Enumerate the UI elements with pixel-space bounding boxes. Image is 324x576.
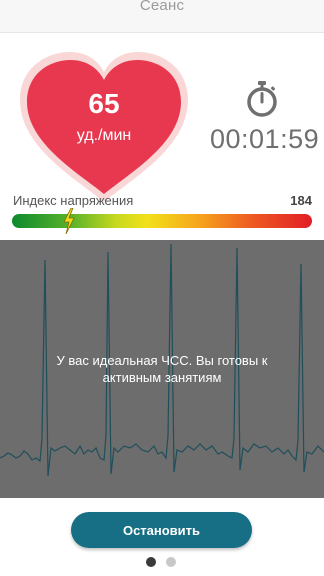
stress-index-label: Индекс напряжения	[13, 193, 134, 208]
ecg-status-message: У вас идеальная ЧСС. Вы готовы к активны…	[56, 353, 268, 385]
ecg-panel: У вас идеальная ЧСС. Вы готовы к активны…	[0, 240, 324, 498]
heart-rate-value: 65	[88, 88, 120, 119]
page-dot-active[interactable]	[146, 557, 156, 567]
heart-rate-display: 65 уд./мин	[18, 52, 190, 204]
heart-rate-unit: уд./мин	[76, 127, 132, 144]
page-indicator	[146, 557, 180, 567]
page-title: Сеанс	[139, 0, 185, 14]
top-bar: Сеанс	[0, 0, 324, 33]
stopwatch-icon	[247, 81, 277, 117]
stress-index-bar	[12, 214, 312, 228]
session-screen: Сеанс 65 уд./мин 00:01:59 Индекс напряже…	[0, 0, 324, 576]
session-timer: 00:01:59	[210, 124, 320, 154]
page-dot-inactive[interactable]	[166, 557, 176, 567]
stress-index-value: 184	[290, 193, 312, 208]
lightning-bolt-icon	[63, 208, 75, 234]
stop-button[interactable]: Остановить	[71, 512, 252, 548]
